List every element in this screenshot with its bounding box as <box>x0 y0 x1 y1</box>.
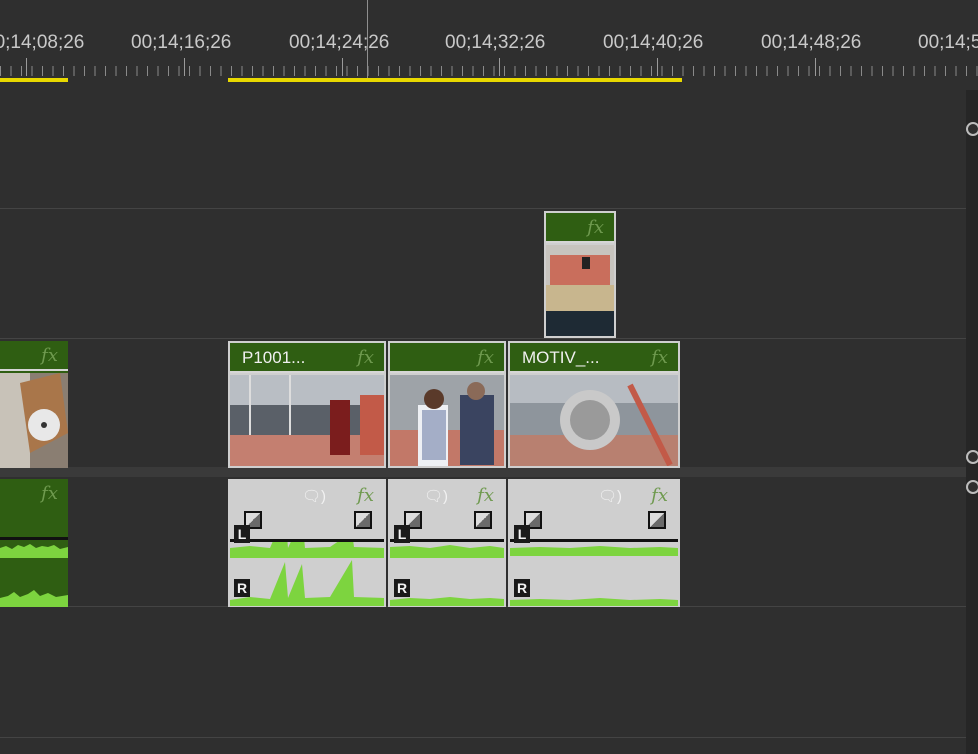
keyframe-icon[interactable] <box>474 511 492 529</box>
in-out-range-bar[interactable] <box>0 78 68 82</box>
clip-header: MOTIV_... fx <box>510 343 678 373</box>
audio-clip-a1[interactable]: 🗨) fx L R <box>388 479 506 607</box>
vertical-scrollbar[interactable] <box>966 90 978 754</box>
timecode-label: 00;14;08;26 <box>0 32 85 53</box>
video-clip-v1[interactable]: MOTIV_... fx <box>508 341 680 468</box>
clip-thumbnail <box>510 375 678 466</box>
clip-thumbnail <box>546 245 614 336</box>
scroll-handle[interactable] <box>966 122 978 136</box>
audio-clip-a1[interactable]: 🗨) fx L R <box>228 479 386 607</box>
channel-label-right: R <box>514 579 530 597</box>
timecode-label: 00;14;16;26 <box>131 32 232 53</box>
major-tick <box>499 58 500 76</box>
ruler-ticks <box>0 66 978 76</box>
clip-name: P1001... <box>242 348 306 367</box>
fx-badge[interactable]: fx <box>477 347 494 368</box>
time-ruler[interactable]: 00;14;08;26 00;14;16;26 00;14;24;26 00;1… <box>0 0 978 84</box>
clip-thumbnail <box>230 375 384 466</box>
fx-badge[interactable]: fx <box>357 347 374 368</box>
video-clip-v1[interactable]: P1001... fx <box>228 341 386 468</box>
speaker-icon[interactable]: 🗨) <box>302 487 326 505</box>
audio-clip-a1[interactable]: 🗨) fx L R <box>508 479 680 607</box>
track-divider <box>0 737 966 738</box>
clip-name: MOTIV_... <box>522 348 600 367</box>
channel-label-right: R <box>234 579 250 597</box>
keyframe-icon[interactable] <box>354 511 372 529</box>
fx-badge[interactable]: fx <box>41 345 58 366</box>
clip-header: fx <box>0 341 68 371</box>
major-tick <box>342 58 343 76</box>
transition-marker[interactable] <box>510 479 517 486</box>
fx-badge[interactable]: fx <box>651 485 668 506</box>
playhead[interactable] <box>367 0 368 78</box>
fx-badge[interactable]: fx <box>357 485 374 506</box>
major-tick <box>184 58 185 76</box>
speaker-icon[interactable]: 🗨) <box>598 487 622 505</box>
track-divider <box>0 338 966 339</box>
fx-badge[interactable]: fx <box>477 485 494 506</box>
speaker-icon[interactable]: 🗨) <box>424 487 448 505</box>
scroll-handle[interactable] <box>966 480 978 494</box>
video-clip-v2[interactable]: fx <box>544 211 616 338</box>
channel-label-left: L <box>234 525 250 543</box>
fx-badge[interactable]: fx <box>587 217 604 238</box>
clip-thumbnail <box>0 373 68 468</box>
clip-header: fx <box>546 213 614 243</box>
timecode-label: 00;14;32;26 <box>445 32 546 53</box>
fx-badge[interactable]: fx <box>41 483 58 504</box>
timecode-label: 00;14;56;26 <box>918 32 978 53</box>
channel-label-left: L <box>394 525 410 543</box>
timecode-label: 00;14;40;26 <box>603 32 704 53</box>
clip-thumbnail <box>390 375 504 466</box>
clip-header: fx <box>390 343 504 373</box>
scroll-handle[interactable] <box>966 450 978 464</box>
timecode-label: 00;14;24;26 <box>289 32 390 53</box>
major-tick <box>26 58 27 76</box>
in-out-range-bar[interactable] <box>228 78 682 82</box>
channel-label-right: R <box>394 579 410 597</box>
video-clip-v1[interactable]: fx <box>388 341 506 468</box>
timecode-label: 00;14;48;26 <box>761 32 862 53</box>
video-audio-divider[interactable] <box>0 467 966 477</box>
video-clip-v1[interactable]: fx <box>0 341 68 468</box>
audio-clip-a1[interactable]: fx <box>0 479 68 607</box>
channel-label-left: L <box>514 525 530 543</box>
clip-header: P1001... fx <box>230 343 384 373</box>
keyframe-icon[interactable] <box>648 511 666 529</box>
fx-badge[interactable]: fx <box>651 347 668 368</box>
major-tick <box>657 58 658 76</box>
major-tick <box>815 58 816 76</box>
track-divider <box>0 208 966 209</box>
